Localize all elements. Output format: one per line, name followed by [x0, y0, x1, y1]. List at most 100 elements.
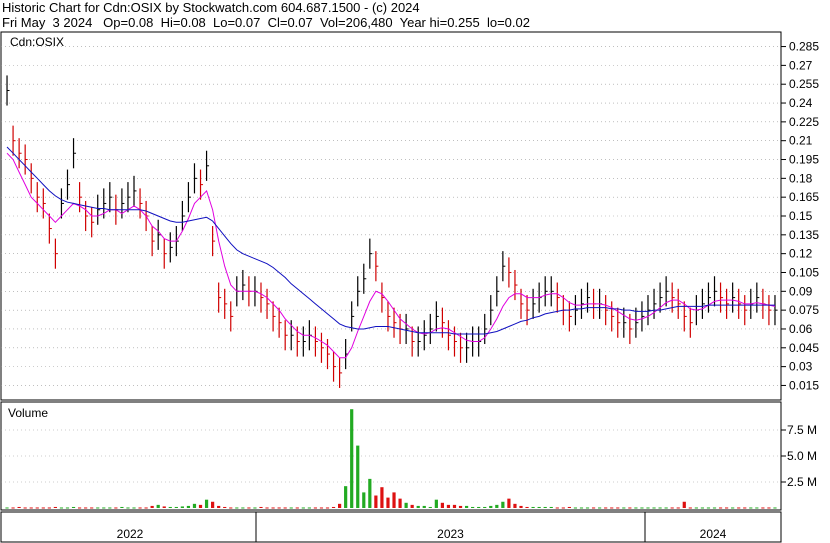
volume-bar	[380, 487, 384, 508]
price-tick-label: 0.225	[789, 115, 819, 129]
volume-bar	[331, 506, 336, 508]
volume-bar	[307, 507, 311, 509]
volume-bar	[241, 507, 245, 509]
volume-bar	[628, 507, 632, 509]
volume-bar	[253, 507, 257, 509]
price-tick-label: 0.09	[789, 284, 813, 298]
volume-bar	[585, 507, 590, 509]
volume-bar	[676, 507, 680, 509]
volume-bar	[350, 409, 354, 508]
volume-bar	[392, 492, 396, 508]
price-tick-label: 0.06	[789, 322, 813, 336]
volume-bar	[295, 507, 299, 509]
volume-bar	[29, 507, 33, 509]
volume-bar	[519, 505, 523, 508]
volume-bar	[77, 507, 82, 509]
volume-bar	[664, 507, 668, 509]
volume-bar	[422, 505, 426, 508]
volume-bar	[561, 507, 565, 509]
volume-bar	[604, 507, 608, 509]
volume-bar	[731, 507, 735, 509]
volume-bar	[640, 507, 644, 509]
volume-bar	[144, 507, 148, 509]
volume-bar	[531, 506, 535, 508]
volume-bar	[180, 506, 184, 508]
volume-bar	[247, 507, 251, 509]
volume-bar	[767, 507, 771, 509]
volume-bar	[90, 507, 94, 509]
volume-bar	[658, 507, 662, 509]
price-tick-label: 0.24	[789, 96, 813, 110]
volume-bar	[743, 507, 747, 509]
volume-bar	[108, 507, 112, 509]
volume-bar	[271, 507, 275, 509]
volume-bar	[507, 498, 511, 508]
volume-tick-label: 5.0 M	[787, 449, 817, 463]
volume-bar	[555, 507, 559, 509]
volume-bar	[65, 507, 70, 509]
volume-bar	[192, 503, 197, 508]
price-tick-label: 0.075	[789, 303, 819, 317]
volume-bar	[313, 507, 318, 509]
volume-bar	[283, 507, 287, 509]
volume-bar	[120, 506, 124, 508]
volume-bar	[755, 507, 759, 509]
volume-bar	[301, 507, 305, 509]
volume-bar	[217, 505, 221, 508]
volume-bar	[477, 506, 481, 508]
volume-bar	[53, 506, 57, 508]
volume-panel-label: Volume	[8, 406, 48, 420]
volume-bar	[168, 506, 172, 508]
volume-bar	[398, 498, 402, 508]
volume-bar	[186, 505, 191, 508]
volume-bar	[718, 507, 723, 509]
volume-bar	[761, 507, 765, 509]
price-tick-label: 0.135	[789, 228, 819, 242]
volume-bar	[235, 507, 239, 509]
volume-bar	[84, 507, 88, 509]
volume-bar	[5, 507, 9, 509]
volume-bar	[223, 506, 227, 508]
volume-bar	[126, 507, 130, 509]
volume-bar	[725, 507, 729, 509]
volume-axis: 7.5 M 5.0 M 2.5 M	[1, 423, 817, 489]
volume-bar	[96, 507, 100, 509]
volume-bar	[71, 506, 76, 508]
volume-bar	[162, 506, 166, 508]
volume-bar	[289, 507, 293, 509]
volume-bar	[537, 506, 541, 508]
price-tick-label: 0.195	[789, 153, 819, 167]
volume-bar	[501, 501, 505, 508]
price-tick-label: 0.045	[789, 341, 819, 355]
price-tick-label: 0.285	[789, 40, 819, 54]
volume-bar	[634, 507, 638, 509]
volume-bar	[102, 507, 106, 509]
volume-bar	[694, 507, 698, 509]
volume-bar	[259, 506, 263, 508]
volume-bar	[428, 506, 432, 508]
time-axis: 2022 2023 2024	[117, 512, 727, 542]
year-label: 2024	[700, 527, 727, 541]
price-tick-label: 0.12	[789, 247, 813, 261]
price-tick-label: 0.015	[789, 378, 819, 392]
volume-bar	[17, 506, 21, 508]
volume-bar	[452, 504, 457, 508]
price-axis: 0.285 0.27 0.255 0.24 0.225 0.21 0.195 0.18 0.16…	[1, 40, 819, 392]
volume-bar	[174, 506, 178, 508]
volume-bar	[567, 506, 571, 508]
volume-tick-label: 7.5 M	[787, 423, 817, 437]
volume-bar	[579, 507, 584, 509]
year-label: 2022	[117, 527, 144, 541]
price-tick-label: 0.255	[789, 77, 819, 91]
volume-bar	[156, 504, 160, 508]
volume-bar	[434, 499, 438, 508]
volume-bar	[712, 507, 717, 509]
volume-bar	[610, 507, 614, 509]
volume-bar	[132, 507, 136, 509]
volume-bar	[670, 507, 674, 509]
volume-bar	[446, 504, 451, 508]
volume-bar	[386, 497, 390, 508]
volume-bar	[368, 478, 372, 508]
volume-bar	[23, 507, 27, 509]
volume-bar	[229, 507, 233, 509]
